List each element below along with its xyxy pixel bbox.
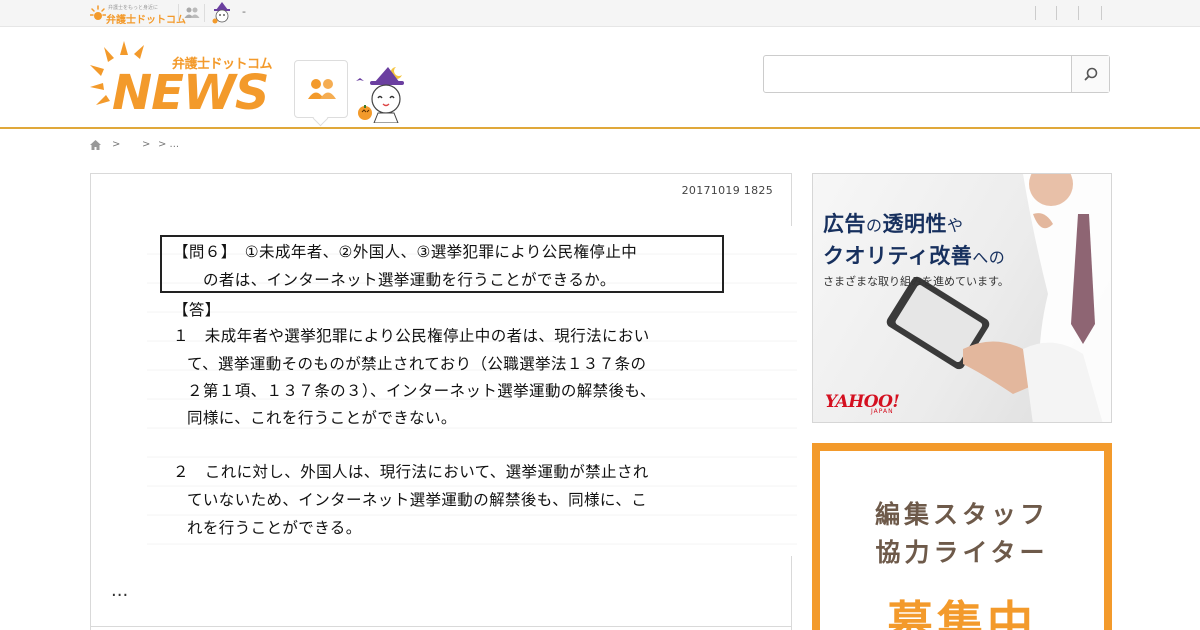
halloween-character-icon[interactable] <box>210 2 234 24</box>
topbar-dash: - <box>242 5 246 18</box>
ad-text: への <box>972 248 1006 267</box>
mini-logo-name: 弁護士ドットコム <box>106 15 186 26</box>
topbar-link-divider <box>1035 6 1036 20</box>
people-icon <box>308 79 336 99</box>
ad-headline-line1: 広告の透明性や <box>823 208 964 238</box>
site-logo[interactable]: 弁護士ドットコム NEWS <box>88 39 278 121</box>
community-button[interactable] <box>294 60 348 118</box>
recruit-line2: 協力ライター <box>875 538 1049 567</box>
article-document-image: 【問６】 ①未成年者、②外国人、③選挙犯罪により公民権停止中 の者は、インターネ… <box>147 226 797 556</box>
document-line: ていないため、インターネット選挙運動の解禁後も、同様に、こ <box>187 491 648 509</box>
logo-wordmark: NEWS <box>112 65 269 121</box>
ad-text: の <box>866 216 883 235</box>
recruit-line1: 編集スタッフ <box>874 500 1049 529</box>
recruit-banner[interactable]: 編集スタッフ 協力ライター 募集中 <box>812 443 1112 630</box>
halloween-character-icon[interactable] <box>352 65 418 123</box>
ad-headline-line2: クオリティ改善への <box>823 240 1005 270</box>
breadcrumb-separator: > <box>142 139 151 150</box>
yahoo-japan-logo-sub: JAPAN <box>871 408 894 415</box>
topbar-divider <box>204 4 205 22</box>
article-date: 20171019 1825 <box>681 184 773 197</box>
document-line: 【問６】 ①未成年者、②外国人、③選挙犯罪により公民権停止中 <box>173 243 638 261</box>
breadcrumb-separator: > <box>112 139 121 150</box>
top-utility-bar: 弁護士をもっと身近に 弁護士ドットコム - <box>0 0 1200 27</box>
breadcrumb-current: > ... <box>158 139 180 150</box>
document-line: れを行うことができる。 <box>187 519 362 537</box>
sun-icon <box>90 5 106 20</box>
mini-logo-tagline: 弁護士をもっと身近に <box>108 5 159 11</box>
topbar-link-divider <box>1078 6 1079 20</box>
document-line: １ 未成年者や選挙犯罪により公民権停止中の者は、現行法におい <box>173 327 650 345</box>
search-input[interactable] <box>764 56 1072 92</box>
mini-site-logo[interactable]: 弁護士をもっと身近に 弁護士ドットコム <box>90 3 186 26</box>
people-icon[interactable] <box>184 6 200 20</box>
recruit-line3: 募集中 <box>887 596 1037 630</box>
document-line: 【答】 <box>173 301 221 319</box>
home-icon[interactable] <box>90 140 101 150</box>
document-line: て、選挙運動そのものが禁止されており（公職選挙法１３７条の <box>187 355 647 373</box>
search-button[interactable] <box>1071 56 1109 92</box>
ad-subtext: さまざまな取り組みを進めています。 <box>823 275 1009 288</box>
ad-text: や <box>947 216 964 235</box>
document-line: ２第１項、１３７条の３）、インターネット選挙運動の解禁後も、 <box>187 382 656 400</box>
search-form <box>763 55 1110 93</box>
topbar-divider <box>178 4 179 22</box>
topbar-link-divider <box>1101 6 1102 20</box>
ad-text: 透明性 <box>882 212 948 236</box>
ad-text: クオリティ改善 <box>823 244 973 268</box>
advertisement-banner[interactable]: 広告の透明性や クオリティ改善への さまざまな取り組みを進めています。 YAHO… <box>812 173 1112 423</box>
article-card[interactable]: 20171019 1825 【問６】 ①未成年者、②外国人、③選挙犯罪により公民… <box>90 173 797 630</box>
document-line: 同様に、これを行うことができない。 <box>187 409 457 427</box>
document-line: ２ これに対し、外国人は、現行法において、選挙運動が禁止され <box>173 463 649 481</box>
document-line: の者は、インターネット選挙運動を行うことができるか。 <box>203 271 616 289</box>
site-header: 弁護士ドットコム NEWS <box>0 27 1200 129</box>
card-divider <box>91 626 791 627</box>
search-icon <box>1084 67 1097 81</box>
topbar-link-divider <box>1056 6 1057 20</box>
ad-text: 広告 <box>823 212 866 236</box>
article-excerpt-ellipsis: ... <box>111 580 129 601</box>
